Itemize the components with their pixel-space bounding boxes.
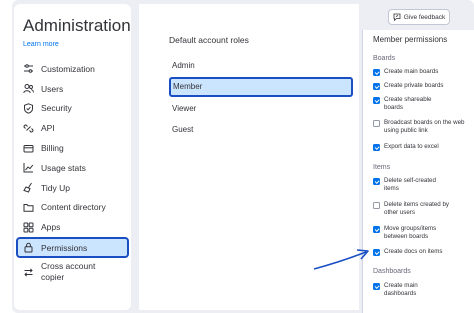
perm-broadcast-boards[interactable]: Broadcast boards on the web using public… (373, 119, 473, 135)
perm-label: Create main boards (384, 68, 439, 75)
role-admin[interactable]: Admin (169, 55, 353, 75)
transfer-icon (23, 267, 34, 278)
sidebar-item-label: Content directory (41, 202, 106, 213)
feedback-label: Give feedback (403, 13, 446, 21)
section-boards: Boards (373, 55, 396, 62)
perm-label: Create shareable boards (384, 96, 432, 112)
sidebar-item-label: Users (41, 83, 64, 94)
folder-icon (23, 202, 34, 213)
card-icon (23, 143, 34, 154)
sidebar-item-label: Cross account copier (41, 261, 96, 283)
sidebar-item-label: Permissions (41, 242, 88, 253)
perm-create-main-boards[interactable]: Create main boards (373, 68, 473, 76)
sidebar-item-label: Customization (41, 63, 95, 74)
perm-label: Create main dashboards (384, 282, 418, 298)
sidebar-nav: Customization Users Security API Billing… (14, 59, 131, 288)
sidebar-item-content-directory[interactable]: Content directory (14, 198, 131, 218)
apps-icon (23, 222, 34, 233)
roles-panel: Default account roles Admin Member Viewe… (139, 4, 359, 310)
roles-list: Admin Member Viewer Guest (169, 55, 353, 141)
sidebar-item-label: Security (41, 103, 72, 114)
sidebar-item-customization[interactable]: Customization (14, 59, 131, 79)
member-permissions-panel: Member permissions Boards Create main bo… (362, 30, 474, 313)
sidebar-item-label: Billing (41, 143, 64, 154)
sidebar-item-billing[interactable]: Billing (14, 138, 131, 158)
perm-label: Delete self-created items (384, 177, 436, 193)
checkbox-checked[interactable] (373, 178, 380, 185)
section-dashboards: Dashboards (373, 268, 411, 275)
sidebar-item-apps[interactable]: Apps (14, 217, 131, 237)
sidebar-item-tidy-up[interactable]: Tidy Up (14, 178, 131, 198)
users-icon (23, 83, 34, 94)
member-permissions-title: Member permissions (373, 35, 448, 44)
perm-create-shareable-boards[interactable]: Create shareable boards (373, 96, 473, 112)
checkbox-checked[interactable] (373, 249, 380, 256)
sidebar-item-security[interactable]: Security (14, 99, 131, 119)
page-title: Administration (23, 16, 131, 35)
feedback-icon (393, 13, 401, 21)
sidebar-item-cross-account-copier[interactable]: Cross account copier (14, 258, 131, 288)
section-items: Items (373, 164, 391, 171)
roles-title: Default account roles (169, 35, 249, 45)
role-viewer[interactable]: Viewer (169, 98, 353, 118)
sidebar-item-label: Usage stats (41, 162, 86, 173)
perm-label: Broadcast boards on the web using public… (384, 119, 465, 135)
perm-label: Create docs on items (384, 248, 443, 255)
sidebar-item-users[interactable]: Users (14, 79, 131, 99)
lock-icon (23, 242, 34, 253)
sidebar-item-usage-stats[interactable]: Usage stats (14, 158, 131, 178)
api-icon (23, 123, 34, 134)
checkbox-unchecked[interactable] (373, 120, 380, 127)
checkbox-checked[interactable] (373, 97, 380, 104)
perm-label: Create private boards (384, 82, 444, 89)
shield-icon (23, 103, 34, 114)
broom-icon (23, 182, 34, 193)
learn-more-link[interactable]: Learn more (23, 41, 59, 48)
perm-create-docs-on-items[interactable]: Create docs on items (373, 248, 473, 256)
sidebar-item-label: Apps (41, 222, 61, 233)
perm-create-main-dashboards[interactable]: Create main dashboards (373, 282, 473, 298)
sidebar-item-label: API (41, 123, 55, 134)
perm-delete-self-created-items[interactable]: Delete self-created items (373, 177, 473, 193)
perm-move-groups-items[interactable]: Move groups/items between boards (373, 225, 473, 241)
sliders-icon (23, 63, 34, 74)
perm-create-private-boards[interactable]: Create private boards (373, 82, 473, 90)
sidebar-item-api[interactable]: API (14, 118, 131, 138)
perm-label: Export data to excel (384, 143, 439, 150)
perm-label: Move groups/items between boards (384, 225, 437, 241)
checkbox-checked[interactable] (373, 83, 380, 90)
perm-delete-others-items[interactable]: Delete items created by other users (373, 201, 473, 217)
sidebar-item-label: Tidy Up (41, 182, 70, 193)
chart-icon (23, 162, 34, 173)
give-feedback-button[interactable]: Give feedback (388, 9, 450, 25)
checkbox-checked[interactable] (373, 226, 380, 233)
perm-export-excel[interactable]: Export data to excel (373, 143, 473, 151)
checkbox-unchecked[interactable] (373, 202, 380, 209)
checkbox-checked[interactable] (373, 283, 380, 290)
checkbox-checked[interactable] (373, 144, 380, 151)
sidebar-item-permissions[interactable]: Permissions (16, 237, 129, 259)
checkbox-checked[interactable] (373, 69, 380, 76)
sidebar: Administration Learn more Customization … (14, 4, 131, 310)
role-guest[interactable]: Guest (169, 120, 353, 140)
role-member[interactable]: Member (169, 76, 353, 97)
perm-label: Delete items created by other users (384, 201, 449, 217)
